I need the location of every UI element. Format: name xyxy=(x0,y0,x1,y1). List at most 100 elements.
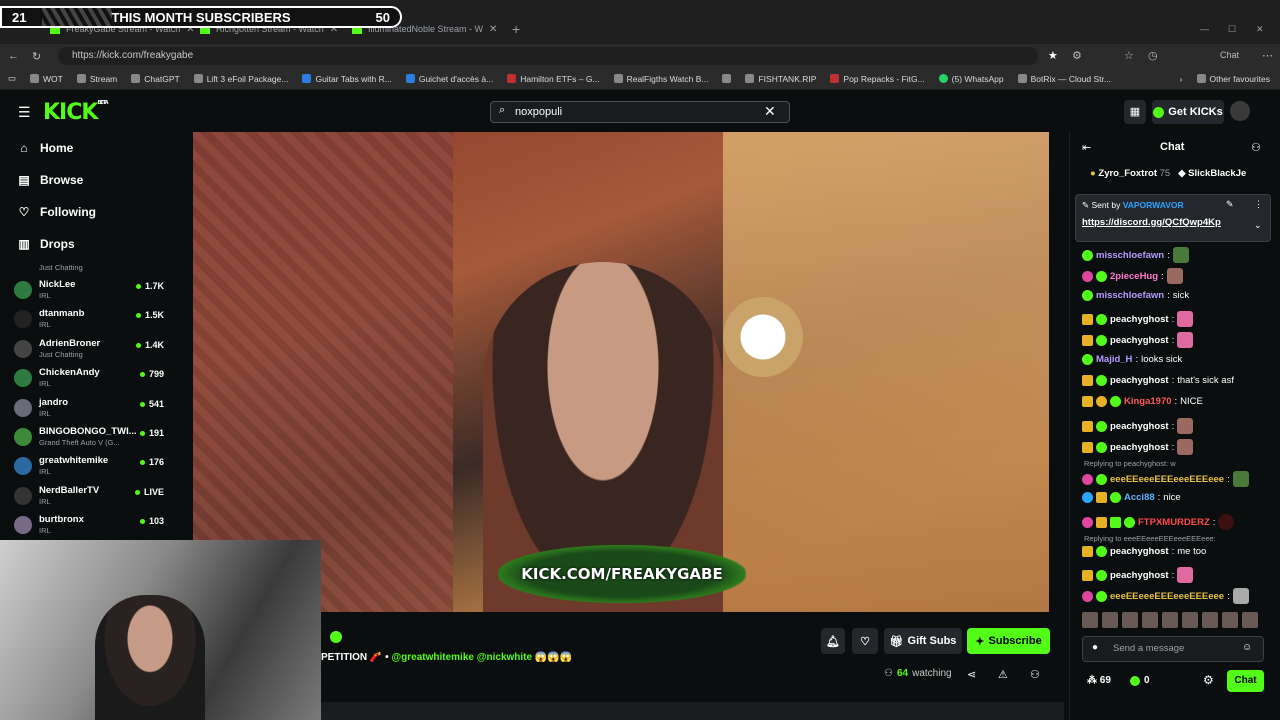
bookmark-wot[interactable]: WOT xyxy=(30,74,63,84)
emote-icon[interactable] xyxy=(1202,612,1218,628)
chat-username[interactable]: Majid_H xyxy=(1096,354,1132,365)
extensions-icon[interactable]: ⚙ xyxy=(1072,49,1082,62)
chat-username[interactable]: Acci88 xyxy=(1124,492,1155,503)
user-avatar[interactable] xyxy=(1230,101,1250,121)
chat-message[interactable]: peachyghost: xyxy=(1082,311,1194,327)
chat-username[interactable]: peachyghost xyxy=(1110,335,1169,346)
bookmark-realfigths[interactable]: RealFigths Watch B... xyxy=(613,74,708,84)
chat-settings-icon[interactable]: ⚙ xyxy=(1203,673,1214,687)
chat-message[interactable]: Majid_H: looks sick xyxy=(1082,354,1182,365)
collapse-chat-icon[interactable]: ⇤ xyxy=(1082,141,1091,154)
chat-username[interactable]: misschloefawn xyxy=(1096,250,1164,261)
gifter-item[interactable]: ● Zyro_Foxtrot 75 xyxy=(1090,168,1170,179)
favorites-icon[interactable]: ☆ xyxy=(1124,49,1134,62)
chat-username[interactable]: FTPXMURDERZ xyxy=(1138,517,1210,528)
bookmark-stream[interactable]: Stream xyxy=(76,74,117,84)
bookmark-globe[interactable] xyxy=(722,74,732,83)
chat-username[interactable]: peachyghost xyxy=(1110,314,1169,325)
chat-message[interactable]: peachyghost: xyxy=(1082,567,1194,583)
clear-search-icon[interactable]: ✕ xyxy=(764,103,776,120)
search-input[interactable]: noxpopuli xyxy=(490,101,790,123)
emote-icon[interactable] xyxy=(1142,612,1158,628)
emote-icon[interactable] xyxy=(1082,612,1098,628)
url-field[interactable]: https://kick.com/freakygabe xyxy=(58,47,1038,65)
reading-list-icon[interactable]: ▭ xyxy=(8,73,16,84)
sidebar-item-home[interactable]: ⌂ Home xyxy=(18,141,73,155)
chat-username[interactable]: misschloefawn xyxy=(1096,290,1164,301)
bookmark-chatgpt[interactable]: ChatGPT xyxy=(131,74,180,84)
report-icon[interactable]: ⚠ xyxy=(998,668,1008,681)
copilot-chat-button[interactable]: Chat xyxy=(1220,50,1239,60)
notification-bell-button[interactable]: 🔔︎ xyxy=(821,628,845,654)
get-kicks-button[interactable]: Get KICKs xyxy=(1152,100,1224,124)
expand-pinned-icon[interactable]: ⌄ xyxy=(1254,220,1262,231)
sidebar-item-drops[interactable]: ▥ Drops xyxy=(18,237,74,251)
sidebar-item-following[interactable]: ♡ Following xyxy=(18,205,96,219)
chat-message[interactable]: Kinga1970: NICE xyxy=(1082,396,1203,407)
chat-message[interactable]: misschloefawn: sick xyxy=(1082,290,1189,301)
title-mentions[interactable]: @greatwhitemike @nickwhite xyxy=(391,652,532,663)
pinned-menu-icon[interactable]: ⋮ xyxy=(1254,199,1263,210)
chat-message[interactable]: Acci88: nice xyxy=(1082,492,1181,503)
more-icon[interactable]: ⋯ xyxy=(1262,49,1273,62)
history-icon[interactable]: ◷ xyxy=(1148,49,1158,62)
bookmark-botrix[interactable]: BotRix — Cloud Str... xyxy=(1017,74,1111,84)
bookmark-hamilton[interactable]: Hamilton ETFs – G... xyxy=(507,74,600,84)
chat-username[interactable]: eeeEEeeeEEEeeeEEEeee xyxy=(1110,591,1224,602)
star-icon[interactable]: ★ xyxy=(1048,49,1058,62)
pinned-link[interactable]: https://discord.gg/QCfQwp4Kp xyxy=(1082,217,1221,228)
layout-toggle-button[interactable]: ▦ xyxy=(1124,100,1146,124)
maximize-icon[interactable]: ☐ xyxy=(1228,18,1236,40)
gifter-item[interactable]: ◆ SlickBlackJe xyxy=(1178,168,1246,179)
bookmark-fishtank[interactable]: FISHTANK.RIP xyxy=(745,74,816,84)
chat-message[interactable]: peachyghost: xyxy=(1082,332,1194,348)
menu-icon[interactable]: ☰ xyxy=(18,104,31,121)
chat-username[interactable]: peachyghost xyxy=(1110,546,1169,557)
kicks-balance[interactable]: ⁂ 69 xyxy=(1087,675,1111,686)
pinned-username[interactable]: VAPORWAVOR xyxy=(1123,200,1184,210)
chat-message-input[interactable]: Send a message xyxy=(1082,636,1264,662)
chat-message[interactable]: eeeEEeeeEEEeeeEEEeee: xyxy=(1082,471,1249,487)
sidebar-item-browse[interactable]: ▤ Browse xyxy=(18,173,83,187)
chat-username[interactable]: eeeEEeeeEEEeeeEEEeee xyxy=(1110,474,1224,485)
user-options-icon[interactable]: ⚇ xyxy=(1030,668,1040,681)
bookmark-lift[interactable]: Lift 3 eFoil Package... xyxy=(193,74,288,84)
emote-icon[interactable] xyxy=(1122,612,1138,628)
chat-username[interactable]: peachyghost xyxy=(1110,442,1169,453)
emote-icon[interactable] xyxy=(1182,612,1198,628)
channel-item-bingobongo[interactable]: BINGOBONGO_TWI... Grand Theft Auto V (G..… xyxy=(14,426,164,454)
other-favourites[interactable]: Other favourites xyxy=(1196,74,1270,84)
chat-message[interactable]: peachyghost: xyxy=(1082,439,1194,455)
chat-message[interactable]: misschloefawn: xyxy=(1082,247,1189,263)
bookmark-whatsapp[interactable]: (5) WhatsApp xyxy=(938,74,1004,84)
chat-send-button[interactable]: Chat xyxy=(1227,670,1264,692)
channel-item-burtbronx[interactable]: burtbronx IRL 103 xyxy=(14,514,164,542)
chat-message[interactable]: peachyghost: me too xyxy=(1082,546,1206,557)
channel-points[interactable]: 0 xyxy=(1130,675,1150,686)
channel-item-adrienbroner[interactable]: AdrienBroner Just Chatting 1.4K xyxy=(14,338,164,366)
channel-item-greatwhitemike[interactable]: greatwhitemike IRL 176 xyxy=(14,455,164,483)
channel-item-dtanmanb[interactable]: dtanmanb IRL 1.5K xyxy=(14,308,164,336)
chat-username[interactable]: peachyghost xyxy=(1110,375,1169,386)
follow-button[interactable]: ♡ xyxy=(852,628,878,654)
minimize-icon[interactable]: — xyxy=(1200,18,1209,40)
gift-subs-button[interactable]: 🎁︎ Gift Subs xyxy=(884,628,962,654)
share-icon[interactable]: ⋖ xyxy=(967,668,976,681)
chat-users-icon[interactable]: ⚇ xyxy=(1251,141,1261,154)
reload-icon[interactable]: ↻ xyxy=(32,50,41,63)
emote-icon[interactable] xyxy=(1102,612,1118,628)
emote-icon[interactable] xyxy=(1162,612,1178,628)
chat-message[interactable]: peachyghost: xyxy=(1082,418,1194,434)
chat-message[interactable]: FTPXMURDERZ: xyxy=(1082,514,1235,530)
channel-item-jandro[interactable]: jandro IRL 541 xyxy=(14,397,164,425)
channel-item-nicklee[interactable]: NickLee IRL 1.7K xyxy=(14,279,164,307)
chat-username[interactable]: 2pieceHug xyxy=(1110,271,1158,282)
bookmark-guichet[interactable]: Guichet d'accès à... xyxy=(405,74,493,84)
unpin-icon[interactable]: ✎ xyxy=(1226,199,1234,210)
close-icon[interactable]: ✕ xyxy=(489,24,497,35)
chat-message[interactable]: eeeEEeeeEEEeeeEEEeee: xyxy=(1082,588,1249,604)
chat-username[interactable]: peachyghost xyxy=(1110,570,1169,581)
bookmark-guitar-tabs[interactable]: Guitar Tabs with R... xyxy=(302,74,392,84)
video-player[interactable] xyxy=(193,132,1049,612)
chat-message[interactable]: 2pieceHug: xyxy=(1082,268,1183,284)
